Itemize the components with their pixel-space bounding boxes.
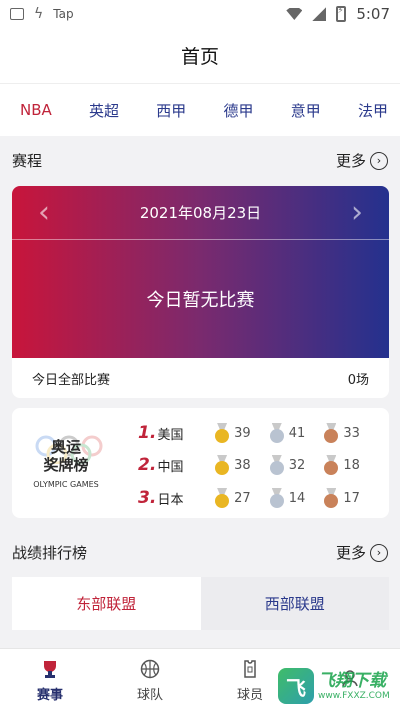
conference-tabs: 东部联盟 西部联盟 [12, 577, 389, 630]
watermark-url: www.FXXZ.COM [318, 691, 390, 701]
chevron-left-icon[interactable]: ‹ [24, 197, 64, 228]
olympic-logo-title-line2: 奖牌榜 [43, 456, 89, 474]
medal-country: 中国 [157, 459, 184, 475]
bronze-medal-icon [323, 455, 339, 475]
schedule-more-button[interactable]: 更多 › [336, 150, 388, 171]
tab-la-liga[interactable]: 西甲 [156, 100, 186, 121]
tab-eastern-conference[interactable]: 东部联盟 [12, 577, 201, 630]
bronze-medal-icon [323, 488, 339, 508]
no-match-message: 今日暂无比赛 [146, 290, 255, 311]
gold-count: 27 [234, 490, 251, 506]
medal-row: 2. 中国 38 32 18 [138, 454, 378, 476]
schedule-date: 2021年08月23日 [139, 204, 262, 222]
page-title: 首页 [180, 46, 219, 68]
standings-more-button[interactable]: 更多 › [336, 542, 388, 563]
tab-nba[interactable]: NBA [20, 101, 52, 119]
nav-players-label: 球员 [236, 687, 263, 703]
bronze-count: 33 [343, 425, 360, 441]
notification-image-icon [10, 8, 24, 20]
gold-medal-icon [214, 423, 230, 443]
standings-title: 战绩排行榜 [12, 544, 88, 562]
olympic-logo-title-line1: 奥运 [50, 438, 81, 456]
olympic-logo-subtitle: OLYMPIC GAMES [33, 480, 99, 489]
signal-icon [312, 7, 327, 21]
chevron-right-circle-icon: › [370, 151, 388, 170]
status-app-label: Tap [53, 7, 74, 21]
schedule-card: ‹ 2021年08月23日 › 今日暂无比赛 今日全部比赛 0场 [12, 186, 389, 398]
silver-count: 32 [288, 457, 306, 473]
schedule-more-label: 更多 [335, 152, 366, 170]
medal-rank: 1. [138, 423, 157, 443]
tab-bundesliga[interactable]: 德甲 [223, 100, 253, 121]
gold-medal-icon [214, 488, 230, 508]
league-tabs: NBA 英超 西甲 德甲 意甲 法甲 [0, 84, 400, 136]
schedule-title: 赛程 [12, 152, 43, 170]
olympic-logo: 奥运 奖牌榜 OLYMPIC GAMES [16, 430, 116, 496]
jersey-icon [239, 658, 261, 680]
trophy-icon [39, 658, 61, 680]
schedule-section-header: 赛程 更多 › [12, 150, 388, 171]
medal-row: 1. 美国 39 41 33 [138, 422, 378, 444]
tab-western-conference[interactable]: 西部联盟 [200, 577, 389, 630]
nav-teams-label: 球队 [136, 687, 163, 703]
tab-serie-a[interactable]: 意甲 [291, 100, 321, 121]
watermark-title: 飞翔下载 [318, 671, 386, 691]
gold-count: 39 [234, 425, 251, 441]
silver-medal-icon [269, 423, 285, 443]
status-bar: ϟ Tap 5:07 [0, 0, 400, 28]
medal-country: 日本 [157, 492, 184, 508]
tab-ligue-1[interactable]: 法甲 [358, 100, 388, 121]
olympic-logo-title: 奥运 奖牌榜 [26, 438, 106, 474]
status-time: 5:07 [356, 5, 390, 23]
wifi-icon [286, 8, 303, 20]
bronze-medal-icon [323, 423, 339, 443]
silver-medal-icon [269, 488, 285, 508]
gold-medal-icon [214, 455, 230, 475]
olympic-medal-card[interactable]: 奥运 奖牌榜 OLYMPIC GAMES 1. 美国 39 41 33 2. 中… [12, 408, 389, 518]
medal-rank: 2. [138, 455, 157, 475]
battery-charging-icon [336, 6, 347, 22]
medal-country: 美国 [157, 427, 184, 443]
schedule-footer[interactable]: 今日全部比赛 0场 [12, 358, 389, 398]
schedule-banner: ‹ 2021年08月23日 › 今日暂无比赛 [12, 186, 389, 358]
site-watermark: 飞 飞翔下载 www.FXXZ.COM [278, 664, 394, 708]
standings-more-label: 更多 [335, 544, 366, 562]
nav-teams[interactable]: 球队 [100, 649, 200, 711]
all-matches-count: 0场 [347, 372, 369, 388]
page-header: 首页 [0, 28, 400, 84]
silver-count: 14 [288, 490, 306, 506]
nav-events-label: 赛事 [36, 687, 63, 703]
chevron-right-icon[interactable]: › [337, 197, 377, 228]
silver-count: 41 [288, 425, 306, 441]
tab-premier-league[interactable]: 英超 [89, 100, 119, 121]
lightning-app-icon: ϟ [34, 6, 44, 22]
bronze-count: 18 [343, 457, 360, 473]
gold-count: 38 [234, 457, 251, 473]
watermark-logo-icon: 飞 [278, 668, 314, 704]
nav-events[interactable]: 赛事 [0, 649, 100, 711]
date-selector: ‹ 2021年08月23日 › [12, 186, 389, 240]
all-matches-label: 今日全部比赛 [32, 372, 111, 388]
medal-rank: 3. [138, 488, 157, 508]
chevron-right-circle-icon: › [370, 543, 388, 562]
basketball-icon [139, 658, 161, 680]
standings-section-header: 战绩排行榜 更多 › [12, 542, 388, 563]
medal-row: 3. 日本 27 14 17 [138, 487, 378, 509]
silver-medal-icon [269, 455, 285, 475]
bronze-count: 17 [343, 490, 360, 506]
